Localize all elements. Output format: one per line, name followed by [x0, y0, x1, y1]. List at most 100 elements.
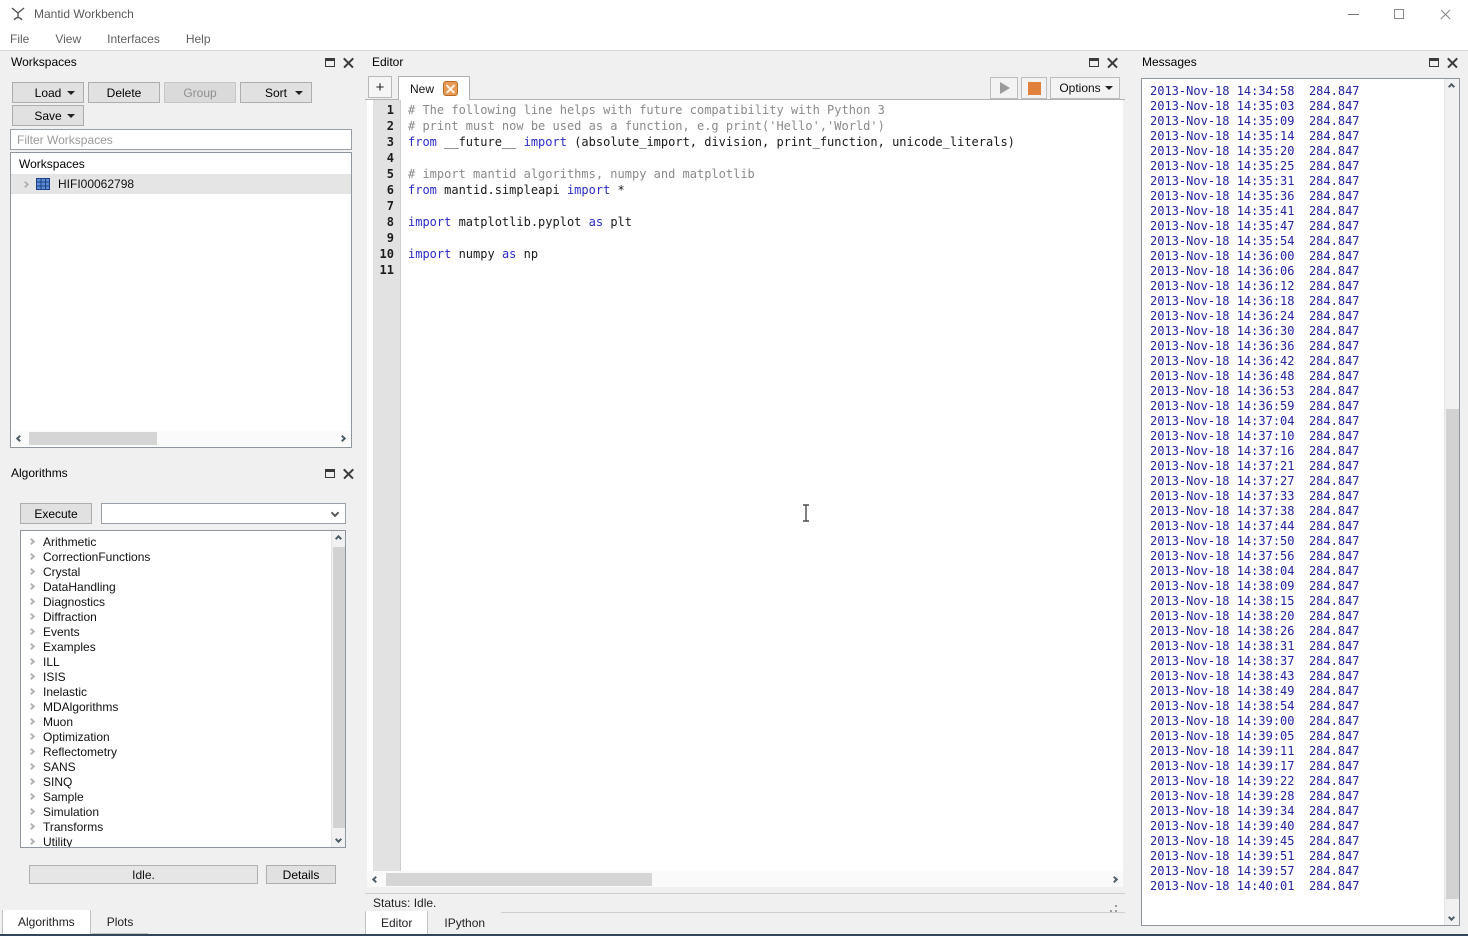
algorithm-category-row[interactable]: CorrectionFunctions [21, 549, 345, 564]
scroll-right-icon[interactable] [1111, 875, 1118, 882]
group-button[interactable]: Group [164, 82, 236, 103]
algorithm-category-row[interactable]: Diffraction [21, 609, 345, 624]
algorithm-category-label: Sample [43, 790, 84, 804]
algorithm-category-row[interactable]: Examples [21, 639, 345, 654]
algorithm-category-row[interactable]: Events [21, 624, 345, 639]
expand-chevron-icon[interactable] [28, 583, 35, 590]
details-button[interactable]: Details [266, 865, 336, 884]
close-panel-icon[interactable] [343, 468, 354, 479]
algorithm-search-combobox[interactable] [101, 503, 346, 524]
float-panel-icon[interactable] [325, 58, 335, 67]
expand-chevron-icon[interactable] [28, 823, 35, 830]
expand-chevron-icon[interactable] [28, 568, 35, 575]
expand-chevron-icon[interactable] [22, 180, 29, 187]
close-panel-icon[interactable] [1447, 57, 1458, 68]
expand-chevron-icon[interactable] [28, 808, 35, 815]
expand-chevron-icon[interactable] [28, 838, 35, 845]
scroll-left-icon[interactable] [16, 435, 23, 442]
log-entry: 2013-Nov-18 14:36:24 284.847 [1142, 309, 1459, 324]
expand-chevron-icon[interactable] [28, 778, 35, 785]
float-panel-icon[interactable] [325, 469, 335, 478]
menu-item-help[interactable]: Help [186, 32, 211, 46]
float-panel-icon[interactable] [1089, 58, 1099, 67]
algorithm-category-row[interactable]: DataHandling [21, 579, 345, 594]
expand-chevron-icon[interactable] [28, 613, 35, 620]
expand-chevron-icon[interactable] [28, 538, 35, 545]
workspace-item[interactable]: HIFI00062798 [11, 174, 351, 194]
algorithm-category-row[interactable]: Transforms [21, 819, 345, 834]
load-button[interactable]: Load [12, 82, 84, 103]
expand-chevron-icon[interactable] [28, 553, 35, 560]
scroll-right-icon[interactable] [339, 435, 346, 442]
scroll-down-icon[interactable] [1448, 914, 1455, 921]
tab-algorithms[interactable]: Algorithms [2, 910, 91, 935]
algorithm-category-row[interactable]: Sample [21, 789, 345, 804]
delete-button[interactable]: Delete [88, 82, 160, 103]
maximize-button[interactable] [1376, 0, 1422, 28]
tab-plots[interactable]: Plots [91, 911, 150, 935]
menu-item-interfaces[interactable]: Interfaces [107, 32, 160, 46]
scroll-up-icon[interactable] [335, 535, 342, 542]
log-entry: 2013-Nov-18 14:35:14 284.847 [1142, 129, 1459, 144]
expand-chevron-icon[interactable] [28, 748, 35, 755]
expand-chevron-icon[interactable] [28, 643, 35, 650]
algorithm-category-row[interactable]: Arithmetic [21, 534, 345, 549]
algorithm-category-row[interactable]: ILL [21, 654, 345, 669]
scrollbar-thumb[interactable] [386, 873, 652, 886]
scrollbar-thumb[interactable] [1446, 409, 1459, 899]
expand-chevron-icon[interactable] [28, 793, 35, 800]
expand-chevron-icon[interactable] [28, 673, 35, 680]
minimize-button[interactable] [1330, 0, 1376, 28]
editor-horizontal-scrollbar[interactable] [367, 871, 1123, 887]
algorithm-category-row[interactable]: Inelastic [21, 684, 345, 699]
close-panel-icon[interactable] [1107, 57, 1118, 68]
scrollbar-thumb[interactable] [333, 547, 345, 828]
scrollbar-thumb[interactable] [29, 432, 157, 445]
algorithm-category-row[interactable]: SANS [21, 759, 345, 774]
algorithm-category-row[interactable]: Muon [21, 714, 345, 729]
new-tab-button[interactable]: + [368, 76, 392, 98]
expand-chevron-icon[interactable] [28, 598, 35, 605]
algorithm-category-row[interactable]: Utility [21, 834, 345, 848]
algorithm-category-row[interactable]: Simulation [21, 804, 345, 819]
expand-chevron-icon[interactable] [28, 688, 35, 695]
scroll-up-icon[interactable] [1448, 83, 1455, 90]
scroll-left-icon[interactable] [372, 875, 379, 882]
tab-editor[interactable]: Editor [365, 911, 428, 936]
tab-ipython[interactable]: IPython [428, 912, 501, 936]
algorithm-category-row[interactable]: SINQ [21, 774, 345, 789]
algorithm-category-row[interactable]: Optimization [21, 729, 345, 744]
algorithm-category-row[interactable]: MDAlgorithms [21, 699, 345, 714]
sort-button[interactable]: Sort [240, 82, 312, 103]
close-window-button[interactable] [1422, 0, 1468, 28]
execute-button[interactable]: Execute [20, 503, 92, 524]
expand-chevron-icon[interactable] [28, 763, 35, 770]
algorithm-category-row[interactable]: ISIS [21, 669, 345, 684]
messages-vertical-scrollbar[interactable] [1444, 79, 1459, 925]
close-tab-icon[interactable] [443, 81, 458, 96]
workspaces-horizontal-scrollbar[interactable] [12, 431, 350, 446]
menu-item-view[interactable]: View [55, 32, 81, 46]
close-panel-icon[interactable] [343, 57, 354, 68]
float-panel-icon[interactable] [1429, 58, 1439, 67]
code-editor[interactable]: 1# The following line helps with future … [367, 100, 1123, 871]
algorithm-category-row[interactable]: Reflectometry [21, 744, 345, 759]
run-script-button[interactable] [990, 77, 1018, 99]
save-button[interactable]: Save [12, 105, 84, 126]
expand-chevron-icon[interactable] [28, 703, 35, 710]
expand-chevron-icon[interactable] [28, 658, 35, 665]
menu-item-file[interactable]: File [10, 32, 29, 46]
filter-workspaces-input[interactable] [10, 129, 352, 150]
algorithm-category-row[interactable]: Diagnostics [21, 594, 345, 609]
options-button[interactable]: Options [1050, 77, 1120, 99]
algorithm-category-row[interactable]: Crystal [21, 564, 345, 579]
log-entry: 2013-Nov-18 14:36:48 284.847 [1142, 369, 1459, 384]
expand-chevron-icon[interactable] [28, 718, 35, 725]
expand-chevron-icon[interactable] [28, 628, 35, 635]
abort-script-button[interactable] [1021, 77, 1047, 99]
expand-chevron-icon[interactable] [28, 733, 35, 740]
scroll-down-icon[interactable] [335, 836, 342, 843]
algorithms-vertical-scrollbar[interactable] [331, 531, 345, 847]
size-grip-icon[interactable] [1115, 905, 1117, 907]
editor-tab-new[interactable]: New [398, 76, 470, 100]
